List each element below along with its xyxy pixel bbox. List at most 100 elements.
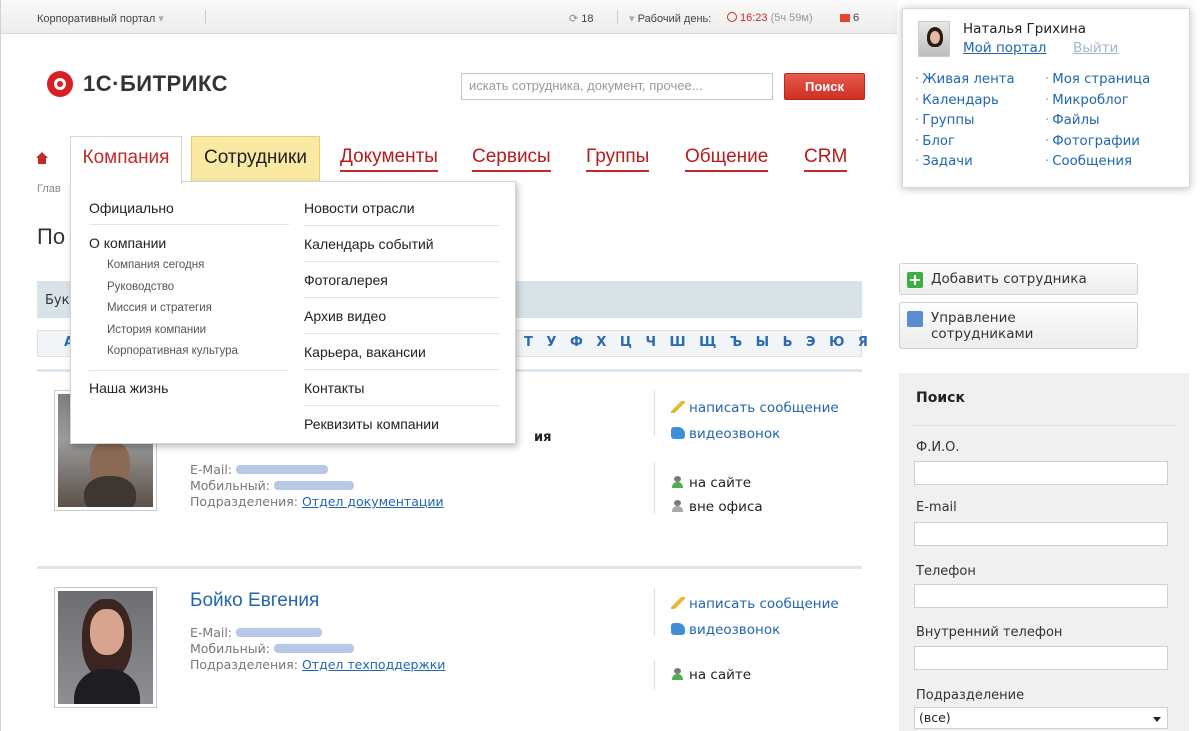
dropdown-column: Новости отрасли Календарь событий Фотога… — [304, 182, 499, 442]
department-link[interactable]: Отдел документации — [302, 494, 444, 509]
nav-item-communication[interactable]: Общение — [685, 136, 769, 182]
flag-count: 6 — [853, 12, 860, 24]
nav-label: Сотрудники — [204, 147, 307, 168]
user-menu-item[interactable]: Фотографии — [1045, 132, 1150, 153]
nav-item-groups[interactable]: Группы — [586, 136, 650, 182]
nav-label: Общение — [685, 146, 769, 172]
employee-department: Подразделения: Отдел документации — [190, 494, 444, 509]
page-title: По — [37, 224, 66, 249]
video-call-link[interactable]: видеозвонок — [671, 426, 780, 442]
employee-mobile: Мобильный: — [190, 478, 354, 494]
employee-mobile: Мобильный: — [190, 641, 354, 657]
nav-label: Документы — [340, 146, 438, 172]
time-value: 16:23 — [740, 12, 768, 24]
add-employee-button[interactable]: Добавить сотрудника — [899, 263, 1138, 295]
wrench-icon — [907, 311, 923, 327]
plus-icon — [907, 272, 923, 288]
menu-item[interactable]: Реквизиты компании — [304, 406, 499, 442]
fio-label: Ф.И.О. — [916, 440, 960, 455]
submenu-item[interactable]: Корпоративная культура — [89, 341, 289, 363]
nav-label: Компания — [82, 147, 170, 168]
nav-item-employees[interactable]: Сотрудники — [191, 136, 320, 182]
employee-name-link[interactable]: Бойко Евгения — [190, 590, 319, 612]
my-portal-link[interactable]: Мой портал — [963, 40, 1046, 56]
fio-field[interactable] — [914, 461, 1168, 485]
department-link[interactable]: Отдел техподдержки — [302, 657, 445, 672]
user-menu-item[interactable]: Сообщения — [1045, 152, 1150, 173]
counter-value: 18 — [581, 13, 594, 25]
department-label: Подразделение — [916, 688, 1025, 703]
dropdown-column: Официально О компании Компания сегодня Р… — [89, 182, 289, 404]
user-menu-item[interactable]: Группы — [915, 111, 1015, 132]
user-menu-item[interactable]: Календарь — [915, 91, 1015, 112]
employee-photo[interactable] — [54, 587, 157, 708]
search-input[interactable]: искать сотрудника, документ, прочее... — [461, 73, 773, 100]
portal-menu[interactable]: Корпоративный портал ▾ — [37, 12, 164, 25]
menu-item-official[interactable]: Официально — [89, 192, 289, 225]
search-panel-title: Поиск — [916, 390, 965, 406]
menu-item-about-company[interactable]: О компании — [89, 231, 289, 255]
blurred-value — [236, 465, 329, 474]
portal-menu-label: Корпоративный портал — [37, 13, 156, 25]
submenu-item[interactable]: История компании — [89, 320, 289, 342]
pencil-icon — [671, 401, 685, 413]
top-bar: Корпоративный портал ▾ ⟳ 18 ▾ Рабочий ден… — [1, 0, 897, 34]
logo[interactable]: 1С·БИТРИКС — [47, 71, 228, 97]
phone-label: Телефон — [916, 564, 976, 579]
write-message-link[interactable]: написать сообщение — [671, 596, 839, 612]
user-away-icon — [671, 500, 685, 512]
nav-item-documents[interactable]: Документы — [340, 136, 438, 182]
user-menu-item[interactable]: Микроблог — [1045, 91, 1150, 112]
nav-item-company[interactable]: Компания — [70, 136, 182, 184]
menu-item[interactable]: Новости отрасли — [304, 190, 499, 226]
user-menu-item[interactable]: Моя страница — [1045, 70, 1150, 91]
write-message-link[interactable]: написать сообщение — [671, 400, 839, 416]
menu-item[interactable]: Фотогалерея — [304, 262, 499, 298]
nav-label: Группы — [586, 146, 650, 172]
divider — [654, 462, 655, 514]
status-out-of-office: вне офиса — [671, 499, 763, 515]
video-call-link[interactable]: видеозвонок — [671, 622, 780, 638]
divider — [617, 10, 618, 24]
user-menu-item[interactable]: Блог — [915, 132, 1015, 153]
internal-phone-field[interactable] — [914, 646, 1168, 670]
nav-item-services[interactable]: Сервисы — [472, 136, 551, 182]
phone-field[interactable] — [914, 584, 1168, 608]
employee-email: E-Mail: — [190, 625, 323, 641]
blurred-value — [236, 628, 323, 637]
chevron-down-icon: ▾ — [629, 13, 635, 25]
internal-phone-label: Внутренний телефон — [916, 625, 1063, 640]
search-button[interactable]: Поиск — [784, 73, 865, 100]
manage-employees-button[interactable]: Управление сотрудниками — [899, 302, 1138, 349]
menu-item[interactable]: Календарь событий — [304, 226, 499, 262]
flags-counter[interactable]: 6 — [840, 12, 859, 24]
email-field[interactable] — [914, 522, 1168, 546]
department-select[interactable]: (все) — [914, 707, 1168, 729]
user-online-icon — [671, 668, 685, 680]
submenu-item[interactable]: Руководство — [89, 277, 289, 299]
avatar[interactable] — [918, 21, 950, 57]
user-panel: Наталья Грихина Мой портал Выйти Живая л… — [902, 8, 1190, 188]
divider — [911, 425, 1177, 426]
notifications-counter[interactable]: ⟳ 18 — [569, 12, 594, 25]
nav-item-crm[interactable]: CRM — [804, 136, 848, 182]
logout-link[interactable]: Выйти — [1073, 40, 1118, 56]
menu-item[interactable]: Контакты — [304, 370, 499, 406]
workday-menu[interactable]: ▾ Рабочий день: — [629, 12, 711, 25]
time-extra: (5ч 59м) — [770, 12, 813, 24]
submenu-item[interactable]: Миссия и стратегия — [89, 298, 289, 320]
home-icon[interactable] — [35, 152, 49, 166]
user-menu-item[interactable]: Файлы — [1045, 111, 1150, 132]
breadcrumb[interactable]: Глав — [37, 183, 61, 195]
menu-item-our-life[interactable]: Наша жизнь — [89, 369, 289, 404]
workday-time[interactable]: 16:23 (5ч 59м) — [727, 12, 813, 24]
user-menu-item[interactable]: Живая лента — [915, 70, 1014, 91]
bitrix-logo-icon — [47, 71, 73, 97]
menu-item[interactable]: Карьера, вакансии — [304, 334, 499, 370]
alphabet-letters[interactable]: Т У Ф Х Ц Ч Ш Щ Ъ Ы Ь Э Ю Я — [524, 335, 872, 350]
divider — [654, 588, 655, 636]
submenu-item[interactable]: Компания сегодня — [89, 255, 289, 277]
user-menu-item[interactable]: Задачи — [915, 152, 1015, 173]
user-name: Наталья Грихина — [963, 21, 1086, 37]
menu-item[interactable]: Архив видео — [304, 298, 499, 334]
